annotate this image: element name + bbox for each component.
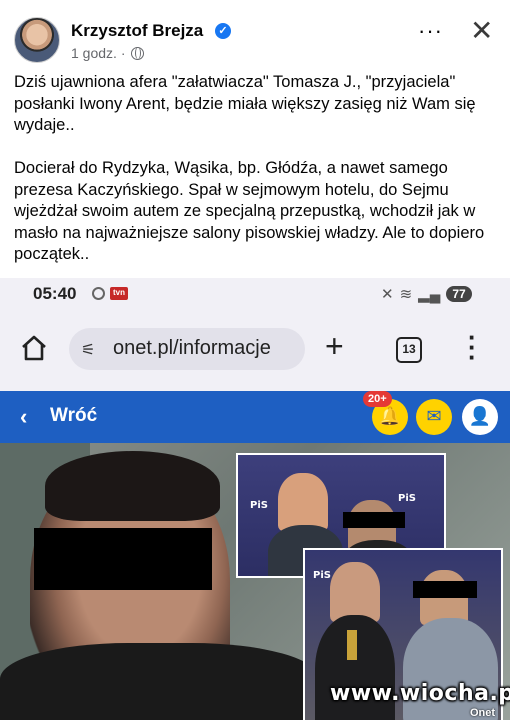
article-photo: PiS PiS PiS [0, 443, 510, 720]
close-button[interactable]: ✕ [470, 14, 493, 47]
post-paragraph-1: Dziś ujawniona afera "załatwiacza" Tomas… [14, 73, 476, 134]
mail-icon[interactable]: ✉ [416, 399, 452, 435]
verified-badge-icon: ✓ [215, 23, 231, 39]
post-header: Krzysztof Brejza ✓ 1 godz. · ··· ✕ [0, 0, 510, 70]
post-image[interactable]: 05:40 tvn ✕ ≋ ▂▄ 77 ⚟ onet.pl/informacje… [0, 278, 510, 720]
news-app-icon: tvn [110, 287, 128, 300]
address-bar[interactable]: ⚟ onet.pl/informacje [69, 328, 305, 370]
status-time: 05:40 [33, 284, 77, 303]
post-time[interactable]: 1 godz. · [71, 45, 125, 61]
battery-indicator: 77 [446, 286, 472, 302]
status-system-icons: ✕ ≋ ▂▄ 77 [381, 285, 472, 303]
face-redaction-bar [343, 512, 405, 528]
back-chevron-icon[interactable]: ‹ [20, 404, 27, 430]
onet-header: ‹ Wróć 🔔 20+ ✉ 👤 [0, 391, 510, 443]
globe-icon [131, 46, 145, 60]
mute-icon: ✕ [381, 286, 394, 303]
signal-icon: ▂▄ [418, 286, 441, 303]
photo-credit: Onet [470, 707, 496, 719]
back-link[interactable]: Wróć [50, 405, 97, 427]
author-avatar[interactable] [14, 17, 60, 63]
address-bar-url[interactable]: onet.pl/informacje [113, 337, 271, 360]
notifications-count-badge: 20+ [363, 391, 392, 407]
post-text: Dziś ujawniona afera "załatwiacza" Tomas… [14, 72, 500, 266]
site-settings-icon[interactable]: ⚟ [81, 340, 95, 360]
chrome-icon [92, 287, 105, 300]
phone-status-bar: 05:40 tvn ✕ ≋ ▂▄ 77 [0, 278, 510, 316]
face-redaction-bar [34, 528, 212, 590]
post-meta: 1 godz. · [71, 45, 145, 61]
wifi-icon: ≋ [399, 286, 413, 303]
browser-menu-icon[interactable]: · · · [468, 324, 477, 370]
wiocha-watermark: www.wiocha.pl [330, 681, 510, 706]
tab-switcher-button[interactable]: 13 [396, 337, 422, 363]
author-name[interactable]: Krzysztof Brejza [71, 21, 203, 41]
new-tab-icon[interactable]: + [325, 328, 344, 365]
browser-toolbar: ⚟ onet.pl/informacje + 13 · · · [0, 316, 510, 386]
status-notification-icons: tvn [92, 287, 128, 300]
face-redaction-bar [413, 581, 477, 598]
post-paragraph-2: Docierał do Rydzyka, Wąsika, bp. Głódźa,… [14, 159, 485, 263]
party-logo: PiS [250, 500, 268, 511]
user-account-icon[interactable]: 👤 [462, 399, 498, 435]
more-options-button[interactable]: ··· [418, 18, 443, 44]
home-icon[interactable] [20, 334, 48, 362]
